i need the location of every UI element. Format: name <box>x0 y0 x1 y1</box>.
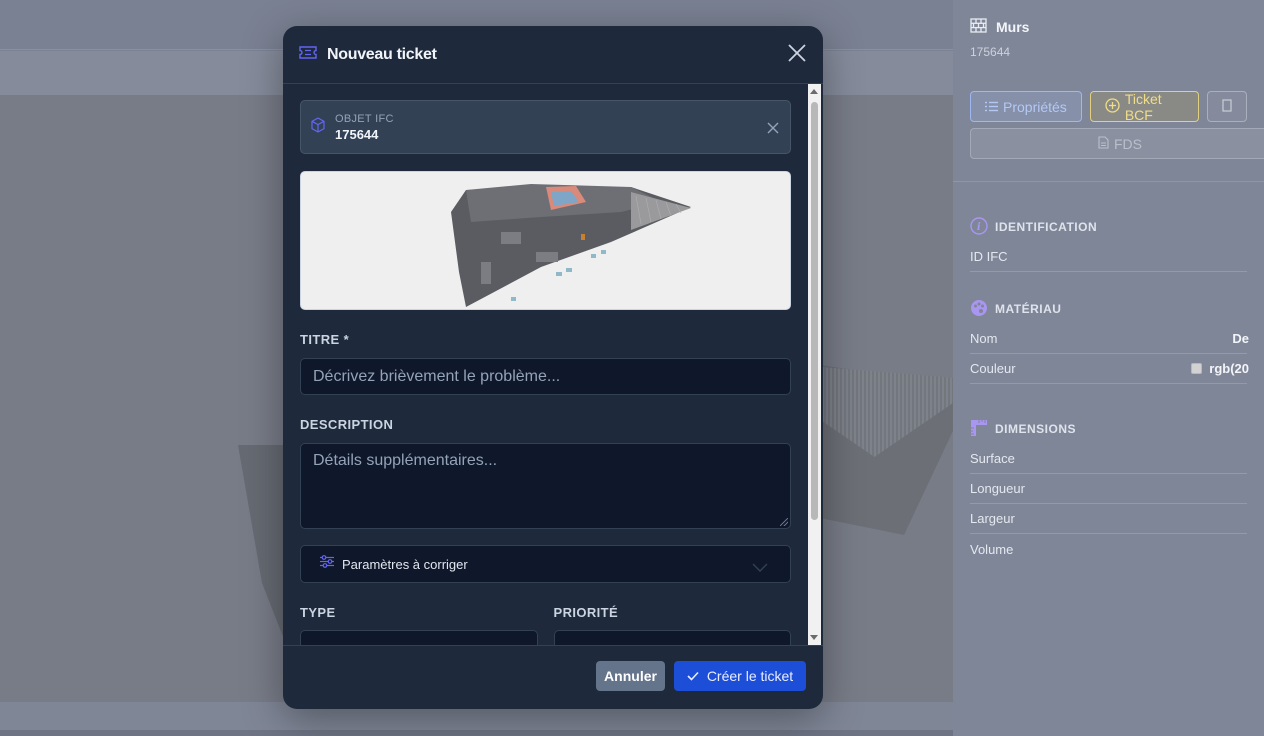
modal-body: OBJET IFC 175644 TITRE * Décrivez briève… <box>283 84 823 645</box>
dimensions-section: DIMENSIONS Surface Longueur Largeur Volu… <box>953 414 1264 564</box>
cube-icon <box>310 116 326 138</box>
wall-icon <box>970 18 987 36</box>
length-row: Longueur <box>970 474 1247 504</box>
new-ticket-modal: Nouveau ticket OBJET IFC 175644 TITRE * … <box>283 26 823 709</box>
ifc-object-card: OBJET IFC 175644 <box>300 100 791 154</box>
snapshot-preview <box>300 171 791 310</box>
info-icon: i <box>970 216 988 238</box>
close-icon <box>788 43 806 67</box>
ticket-icon <box>299 45 317 64</box>
cancel-button[interactable]: Annuler <box>596 661 665 691</box>
width-row: Largeur <box>970 504 1247 534</box>
plus-circle-icon <box>1105 97 1120 116</box>
element-header: Murs <box>970 18 1247 36</box>
description-label: DESCRIPTION <box>300 417 394 432</box>
element-name: Murs <box>996 19 1030 35</box>
svg-text:i: i <box>977 222 981 233</box>
parameters-collapsible[interactable]: Paramètres à corriger <box>300 545 791 583</box>
scrollbar-thumb[interactable] <box>811 102 818 520</box>
material-section: MATÉRIAU Nom De Couleur rgb(20 <box>953 294 1264 384</box>
identification-section: i IDENTIFICATION ID IFC <box>953 212 1264 272</box>
description-textarea[interactable]: Détails supplémentaires... <box>300 443 791 529</box>
priority-label: PRIORITÉ <box>553 605 619 620</box>
material-color-row: Couleur rgb(20 <box>970 354 1249 384</box>
chevron-down-icon <box>752 559 768 577</box>
surface-row: Surface <box>970 444 1247 474</box>
ruler-icon <box>970 419 988 440</box>
color-swatch <box>1191 363 1203 374</box>
type-select[interactable] <box>300 630 538 645</box>
sliders-icon <box>320 555 334 573</box>
title-label: TITRE * <box>300 332 350 347</box>
id-ifc-row: ID IFC <box>970 242 1247 272</box>
list-icon <box>985 99 998 115</box>
element-id: 175644 <box>970 45 1011 59</box>
check-icon <box>687 668 699 684</box>
ifc-object-value: 175644 <box>335 126 379 142</box>
properties-button[interactable]: Propriétés <box>970 91 1082 122</box>
fds-button[interactable]: FDS <box>970 128 1264 159</box>
file-icon <box>1098 135 1109 152</box>
properties-panel: Murs 175644 Propriétés Ticket BCF FDS i … <box>953 0 1264 736</box>
modal-header: Nouveau ticket <box>283 26 823 84</box>
type-label: TYPE <box>300 605 336 620</box>
ticket-bcf-button[interactable]: Ticket BCF <box>1089 91 1199 123</box>
ifc-object-label: OBJET IFC <box>335 112 394 125</box>
resize-handle[interactable] <box>780 518 788 526</box>
close-icon <box>767 121 779 138</box>
document-icon <box>1222 98 1232 115</box>
parameters-label: Paramètres à corriger <box>342 556 468 572</box>
close-button[interactable] <box>785 43 809 67</box>
palette-icon <box>970 299 988 320</box>
volume-row: Volume <box>970 541 1014 557</box>
modal-footer: Annuler Créer le ticket <box>283 645 823 709</box>
scrollbar[interactable] <box>808 84 821 645</box>
priority-select[interactable] <box>553 630 791 645</box>
create-ticket-button[interactable]: Créer le ticket <box>674 661 806 691</box>
title-input[interactable]: Décrivez brièvement le problème... <box>300 358 791 395</box>
scroll-up-arrow[interactable] <box>810 89 818 94</box>
material-name-row: Nom De <box>970 324 1249 354</box>
scroll-down-arrow[interactable] <box>810 635 818 640</box>
more-button[interactable] <box>1207 91 1247 122</box>
remove-object-button[interactable] <box>767 121 781 135</box>
modal-title: Nouveau ticket <box>327 45 437 63</box>
